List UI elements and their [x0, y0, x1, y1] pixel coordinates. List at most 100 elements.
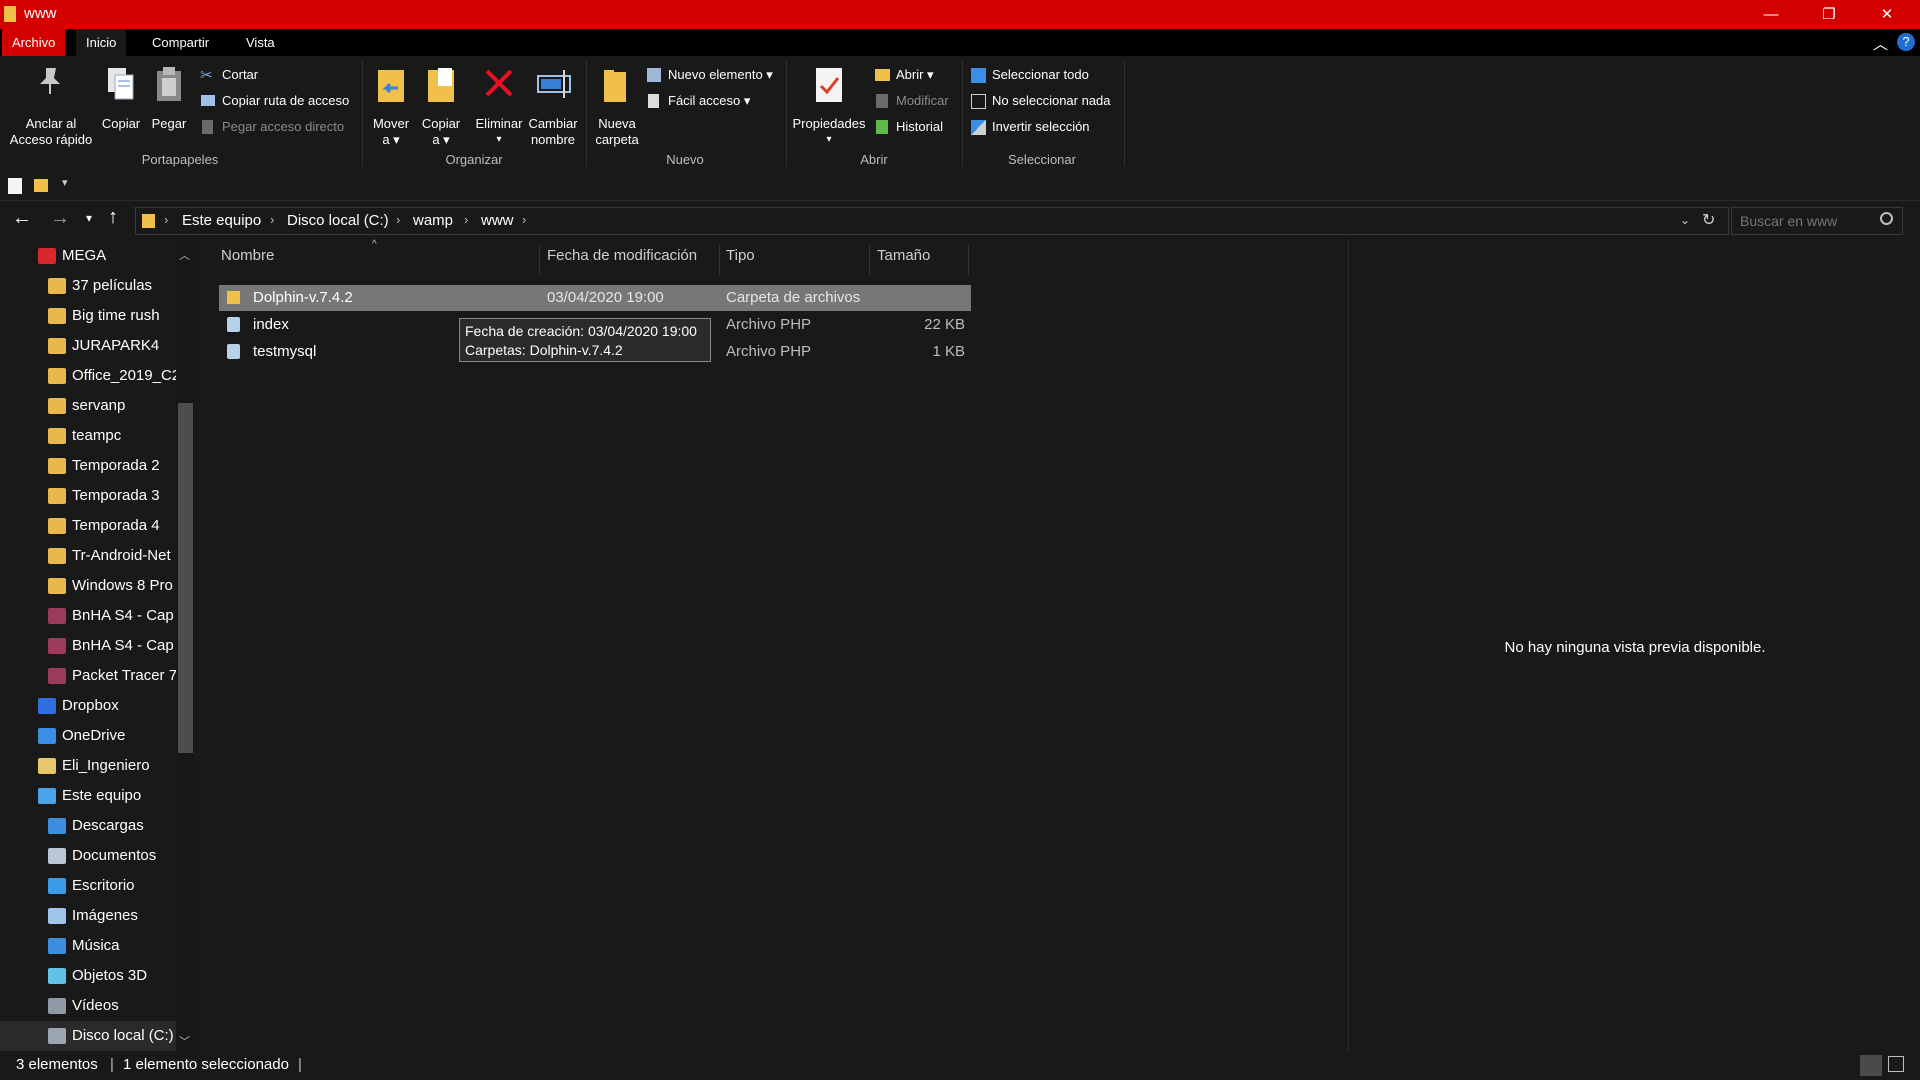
edit-button[interactable]: Modificar — [874, 92, 964, 112]
paste-button[interactable]: Pegar — [146, 64, 192, 144]
sidebar-item-label: Este equipo — [62, 787, 142, 804]
sidebar-item[interactable]: Disco local (C:) — [0, 1021, 180, 1051]
properties-check-icon[interactable] — [8, 178, 22, 194]
chevron-right-icon[interactable]: › — [464, 212, 468, 227]
pin-quick-access-button[interactable]: Anclar al Acceso rápido — [4, 64, 98, 147]
history-button[interactable]: Historial — [874, 118, 964, 138]
close-button[interactable]: ✕ — [1858, 0, 1916, 29]
sidebar-item[interactable]: Temporada 2 — [0, 451, 180, 481]
scroll-up-icon[interactable]: ︿ — [179, 247, 190, 263]
select-none-button[interactable]: No seleccionar nada — [970, 92, 1120, 112]
search-box[interactable] — [1731, 207, 1903, 235]
search-icon[interactable] — [1880, 212, 1893, 225]
minimize-button[interactable]: — — [1742, 0, 1800, 29]
chevron-right-icon[interactable]: › — [396, 212, 400, 227]
copy-button[interactable]: Copiar — [98, 64, 144, 144]
new-item-button[interactable]: Nuevo elemento ▾ — [646, 66, 784, 86]
sidebar-item[interactable]: Temporada 3 — [0, 481, 180, 511]
scroll-down-icon[interactable]: ﹀ — [179, 1033, 190, 1049]
navigation-scrollbar-thumb[interactable] — [178, 403, 193, 753]
sidebar-item[interactable]: Objetos 3D — [0, 961, 180, 991]
address-history-dropdown-icon[interactable]: ⌄ — [1680, 213, 1690, 227]
easy-access-button[interactable]: Fácil acceso ▾ — [646, 92, 784, 112]
tab-archivo[interactable]: Archivo — [2, 29, 66, 56]
sidebar-item[interactable]: Windows 8 Pro — [0, 571, 180, 601]
refresh-icon[interactable]: ↻ — [1702, 210, 1715, 230]
recent-locations-icon[interactable]: ▾ — [86, 211, 92, 225]
column-header-tamano[interactable]: Tamaño — [877, 247, 930, 264]
back-arrow-icon[interactable]: ← — [12, 207, 32, 230]
sidebar-item[interactable]: servanp — [0, 391, 180, 421]
column-header-tipo[interactable]: Tipo — [726, 247, 755, 264]
sidebar-item[interactable]: OneDrive — [0, 721, 180, 751]
open-button[interactable]: Abrir ▾ — [874, 66, 964, 86]
invert-selection-button[interactable]: Invertir selección — [970, 118, 1120, 138]
sidebar-item-label: servanp — [72, 397, 126, 414]
collapse-ribbon-icon[interactable]: ︿ — [1873, 33, 1888, 54]
breadcrumb-disco-local[interactable]: Disco local (C:) — [287, 212, 389, 229]
sidebar-item[interactable]: Temporada 4 — [0, 511, 180, 541]
sidebar-item[interactable]: Eli_Ingeniero — [0, 751, 180, 781]
breadcrumb-wamp[interactable]: wamp — [413, 212, 453, 229]
details-view-icon[interactable] — [1860, 1055, 1882, 1076]
tab-vista[interactable]: Vista — [236, 29, 285, 56]
tooltip-line: Fecha de creación: 03/04/2020 19:00 — [465, 323, 697, 339]
sidebar-item[interactable]: Este equipo — [0, 781, 180, 811]
chevron-right-icon[interactable]: › — [522, 212, 526, 227]
copy-path-button[interactable]: Copiar ruta de acceso — [200, 92, 358, 112]
column-separator[interactable] — [719, 245, 720, 275]
sidebar-item[interactable]: BnHA S4 - Cap — [0, 601, 180, 631]
column-separator[interactable] — [968, 245, 969, 275]
chevron-right-icon[interactable]: › — [270, 212, 274, 227]
file-list: ^ Nombre Fecha de modificación Tipo Tama… — [213, 239, 1348, 1051]
properties-dropdown-icon[interactable]: ▾ — [790, 132, 868, 148]
delete-button[interactable]: Eliminar ▾ — [474, 64, 524, 150]
column-header-nombre[interactable]: Nombre — [221, 247, 274, 264]
sidebar-item[interactable]: Descargas — [0, 811, 180, 841]
sidebar-item[interactable]: BnHA S4 - Cap — [0, 631, 180, 661]
sidebar-item[interactable]: teampc — [0, 421, 180, 451]
sidebar-item[interactable]: Música — [0, 931, 180, 961]
sidebar-item[interactable]: Big time rush — [0, 301, 180, 331]
forward-arrow-icon[interactable]: → — [50, 207, 70, 230]
address-bar[interactable]: › Este equipo › Disco local (C:) › wamp … — [135, 207, 1729, 235]
new-folder-button[interactable]: Nueva carpeta — [590, 64, 644, 150]
tab-inicio[interactable]: Inicio — [76, 29, 127, 56]
up-arrow-icon[interactable]: ↑ — [108, 206, 118, 229]
sidebar-item[interactable]: 37 películas — [0, 271, 180, 301]
history-label: Historial — [896, 119, 943, 134]
column-separator[interactable] — [869, 245, 870, 275]
column-header-fecha[interactable]: Fecha de modificación — [547, 247, 697, 264]
sidebar-item[interactable]: MEGA — [0, 241, 180, 271]
sidebar-item[interactable]: Tr-Android-Net — [0, 541, 180, 571]
maximize-button[interactable]: ❐ — [1800, 0, 1858, 29]
sidebar-item[interactable]: Imágenes — [0, 901, 180, 931]
properties-button[interactable]: Propiedades ▾ — [790, 64, 868, 150]
rename-button[interactable]: Cambiar nombre — [526, 64, 580, 150]
breadcrumb-este-equipo[interactable]: Este equipo — [182, 212, 261, 229]
select-all-button[interactable]: Seleccionar todo — [970, 66, 1120, 86]
customize-dropdown-icon[interactable]: ▾ — [62, 176, 68, 189]
easy-access-icon — [648, 94, 659, 108]
copy-to-button[interactable]: Copiar a ▾ — [418, 64, 464, 150]
sidebar-item[interactable]: Packet Tracer 7 — [0, 661, 180, 691]
delete-dropdown-icon[interactable]: ▾ — [474, 132, 524, 148]
help-icon[interactable]: ? — [1897, 33, 1915, 51]
chevron-right-icon[interactable]: › — [164, 212, 168, 227]
sidebar-item[interactable]: JURAPARK4 — [0, 331, 180, 361]
paste-shortcut-button[interactable]: Pegar acceso directo — [200, 118, 358, 138]
column-separator[interactable] — [539, 245, 540, 275]
large-icons-view-icon[interactable] — [1888, 1056, 1904, 1072]
cut-button[interactable]: ✂ Cortar — [200, 66, 358, 86]
table-row[interactable]: Dolphin-v.7.4.2 03/04/2020 19:00 Carpeta… — [219, 285, 971, 311]
move-to-button[interactable]: Mover a ▾ — [368, 64, 414, 150]
breadcrumb-www[interactable]: www — [481, 212, 514, 229]
search-input[interactable] — [1738, 211, 1872, 231]
sidebar-item[interactable]: Dropbox — [0, 691, 180, 721]
sidebar-item[interactable]: Documentos — [0, 841, 180, 871]
sidebar-item[interactable]: Escritorio — [0, 871, 180, 901]
sidebar-item[interactable]: Vídeos — [0, 991, 180, 1021]
sidebar-item[interactable]: Office_2019_C2 — [0, 361, 180, 391]
tab-compartir[interactable]: Compartir — [142, 29, 219, 56]
folder-icon[interactable] — [34, 179, 48, 192]
